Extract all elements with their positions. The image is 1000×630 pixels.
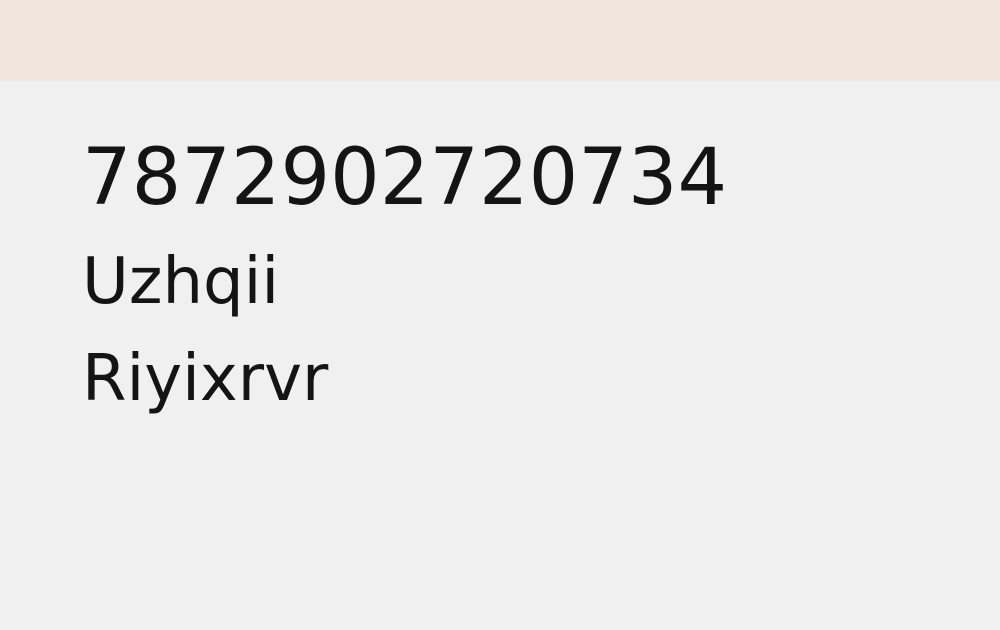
number-text: 7872902720734 [82,133,728,223]
top-bar [0,0,1000,81]
primary-name-text: Uzhqii [82,245,280,319]
main-content: 7872902720734 Uzhqii Riyixrvr [0,81,1000,630]
secondary-name-text: Riyixrvr [82,342,329,416]
